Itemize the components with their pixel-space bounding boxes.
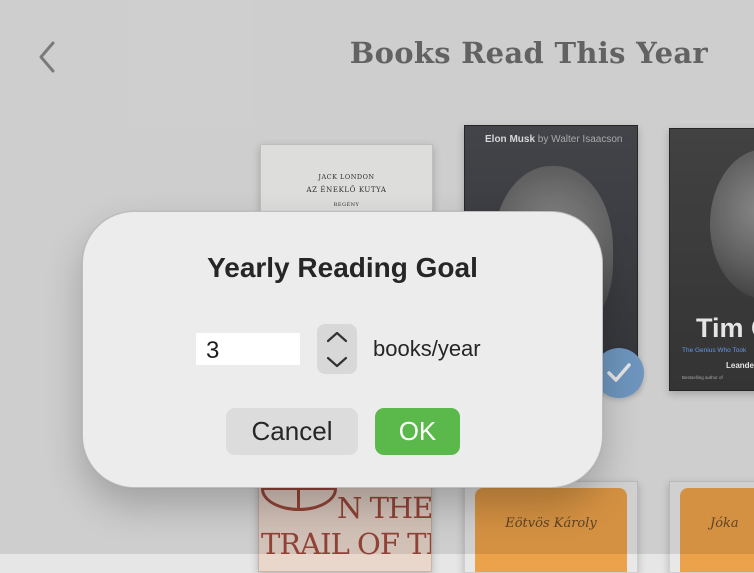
chevron-up-icon [326,331,348,342]
cancel-button[interactable]: Cancel [226,408,358,455]
unit-label: books/year [373,336,481,361]
stepper-up-button[interactable] [317,324,357,349]
dialog-title: Yearly Reading Goal [207,252,478,283]
goal-stepper[interactable] [317,324,357,374]
stepper-down-button[interactable] [317,349,357,374]
reading-goal-dialog: Yearly Reading Goal books/year Cancel OK [82,211,603,488]
chevron-down-icon [326,356,348,367]
ok-button[interactable]: OK [375,408,460,455]
goal-input[interactable] [196,333,300,365]
